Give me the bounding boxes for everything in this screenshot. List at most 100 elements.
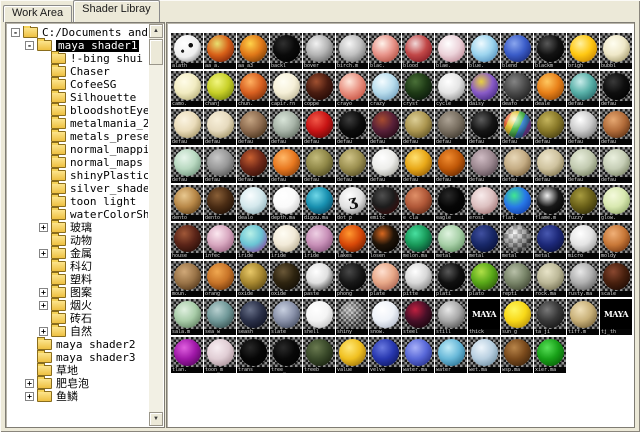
- tree-item[interactable]: +鱼鳞: [8, 390, 148, 403]
- tree-item[interactable]: metals_presets: [8, 130, 148, 143]
- shader-thumbnail[interactable]: cryst: [402, 71, 434, 107]
- shader-thumbnail[interactable]: birch.m: [336, 33, 368, 69]
- shader-thumbnail[interactable]: value: [336, 337, 368, 373]
- tree-item[interactable]: metalmania_2: [8, 117, 148, 130]
- shader-thumbnail[interactable]: eagle: [435, 185, 467, 221]
- shader-thumbnail[interactable]: defau: [237, 109, 269, 145]
- shader-thumbnail[interactable]: defau: [369, 147, 401, 183]
- shader-thumbnail[interactable]: defau: [435, 147, 467, 183]
- tree-item[interactable]: Chaser: [8, 65, 148, 78]
- shader-thumbnail[interactable]: defau: [402, 147, 434, 183]
- shader-thumbnail[interactable]: defau: [402, 109, 434, 145]
- shader-thumbnail[interactable]: defau: [435, 109, 467, 145]
- shader-thumbnail[interactable]: still: [435, 299, 467, 335]
- shader-thumbnail[interactable]: snow.: [369, 299, 401, 335]
- shader-thumbnail[interactable]: defau: [567, 109, 599, 145]
- shader-thumbnail[interactable]: defau: [600, 147, 632, 183]
- shader-thumbnail[interactable]: emitc: [369, 185, 401, 221]
- scroll-down-icon[interactable]: ▼: [149, 412, 163, 426]
- shader-thumbnail[interactable]: defau: [303, 147, 335, 183]
- shader-thumbnail[interactable]: water: [435, 337, 467, 373]
- expand-toggle-icon[interactable]: -: [25, 41, 34, 50]
- shader-thumbnail[interactable]: brigh: [567, 33, 599, 69]
- shader-thumbnail[interactable]: treeb: [303, 337, 335, 373]
- tree-item[interactable]: 科幻: [8, 260, 148, 273]
- shader-thumbnail[interactable]: chanj: [204, 71, 236, 107]
- expand-toggle-icon[interactable]: +: [39, 288, 48, 297]
- tab-work-area[interactable]: Work Area: [3, 5, 72, 22]
- shader-thumbnail[interactable]: crazy: [369, 71, 401, 107]
- tab-shader-libray[interactable]: Shader Libray: [73, 0, 160, 22]
- tree-item[interactable]: +金属: [8, 247, 148, 260]
- shader-thumbnail[interactable]: bover: [303, 33, 335, 69]
- shader-thumbnail[interactable]: metal: [435, 223, 467, 259]
- tree-item[interactable]: Silhouette: [8, 91, 148, 104]
- expand-toggle-icon[interactable]: +: [25, 379, 34, 388]
- shader-thumbnail[interactable]: repti: [501, 261, 533, 297]
- shader-thumbnail[interactable]: defau: [534, 109, 566, 145]
- shader-thumbnail[interactable]: phong: [336, 261, 368, 297]
- shader-thumbnail[interactable]: slate: [270, 299, 302, 335]
- shader-thumbnail[interactable]: dealo: [237, 185, 269, 221]
- shader-thumbnail[interactable]: defau: [270, 147, 302, 183]
- shader-thumbnail[interactable]: iride: [303, 223, 335, 259]
- shader-thumbnail[interactable]: glow.: [600, 185, 632, 221]
- shader-thumbnail[interactable]: dot_p: [336, 185, 368, 221]
- shader-thumbnail[interactable]: orang: [204, 261, 236, 297]
- shader-thumbnail[interactable]: defau: [567, 71, 599, 107]
- shader-thumbnail[interactable]: blue.: [468, 33, 500, 69]
- shader-thumbnail[interactable]: tiff.m: [567, 299, 599, 335]
- scroll-up-icon[interactable]: ▲: [149, 24, 163, 38]
- shader-thumbnail[interactable]: scale: [600, 261, 632, 297]
- shader-thumbnail[interactable]: iride: [237, 223, 269, 259]
- shader-thumbnail[interactable]: defau: [567, 147, 599, 183]
- shader-thumbnail[interactable]: melon.ma: [402, 223, 434, 259]
- shader-thumbnail[interactable]: lakes: [336, 223, 368, 259]
- shader-thumbnail[interactable]: water.ma: [402, 337, 434, 373]
- shader-thumbnail[interactable]: moldy: [600, 223, 632, 259]
- shader-thumbnail[interactable]: seash: [237, 299, 269, 335]
- shader-thumbnail[interactable]: pitte: [402, 261, 434, 297]
- tree-item[interactable]: +自然: [8, 325, 148, 338]
- shader-thumbnail[interactable]: MAYAthick: [468, 299, 500, 335]
- shader-thumbnail[interactable]: deafo: [501, 71, 533, 107]
- shader-thumbnail[interactable]: xier.ma: [534, 337, 566, 373]
- tree-item[interactable]: normal_mapping: [8, 143, 148, 156]
- shader-thumbnail[interactable]: dento: [171, 185, 203, 221]
- shader-thumbnail[interactable]: bubbl: [600, 33, 632, 69]
- shader-thumbnail[interactable]: aa_a3: [237, 33, 269, 69]
- shader-thumbnail[interactable]: micro: [567, 223, 599, 259]
- shader-thumbnail[interactable]: plati: [435, 261, 467, 297]
- tree-item[interactable]: maya shader3: [8, 351, 148, 364]
- shader-thumbnail[interactable]: wsp.ma: [501, 337, 533, 373]
- expand-toggle-icon[interactable]: -: [11, 28, 20, 37]
- shader-thumbnail[interactable]: defau: [270, 109, 302, 145]
- shader-thumbnail[interactable]: moun.: [171, 261, 203, 297]
- shader-thumbnail[interactable]: defau: [171, 109, 203, 145]
- tree-item[interactable]: toon light: [8, 195, 148, 208]
- expand-toggle-icon[interactable]: +: [39, 301, 48, 310]
- shader-thumbnail[interactable]: velve: [369, 337, 401, 373]
- shader-thumbnail[interactable]: wet.ma: [468, 337, 500, 373]
- tree-item[interactable]: +玻璃: [8, 221, 148, 234]
- expand-toggle-icon[interactable]: +: [39, 223, 48, 232]
- shader-thumbnail[interactable]: metal: [534, 223, 566, 259]
- tree-item[interactable]: +肥皂泡: [8, 377, 148, 390]
- shader-thumbnail[interactable]: fuzzy: [567, 185, 599, 221]
- shader-thumbnail[interactable]: metal: [501, 223, 533, 259]
- expand-toggle-icon[interactable]: +: [39, 249, 48, 258]
- shader-thumbnail[interactable]: erosi: [468, 185, 500, 221]
- tree-item[interactable]: +烟火: [8, 299, 148, 312]
- tree-item[interactable]: bloodshotEye: [8, 104, 148, 117]
- tree-scrollbar[interactable]: ▲ ▼: [149, 24, 163, 426]
- shader-thumbnail[interactable]: house: [171, 223, 203, 259]
- shader-thumbnail[interactable]: defau: [501, 147, 533, 183]
- tree-item[interactable]: !-bing shui: [8, 52, 148, 65]
- shader-thumbnail[interactable]: defau: [204, 109, 236, 145]
- shader-thumbnail[interactable]: defau: [336, 147, 368, 183]
- shader-thumbnail[interactable]: trans: [237, 337, 269, 373]
- shader-thumbnail[interactable]: toon_m: [204, 337, 236, 373]
- shader-thumbnail[interactable]: backl: [270, 33, 302, 69]
- shader-thumbnail[interactable]: dento: [204, 185, 236, 221]
- shader-thumbnail[interactable]: defau: [336, 109, 368, 145]
